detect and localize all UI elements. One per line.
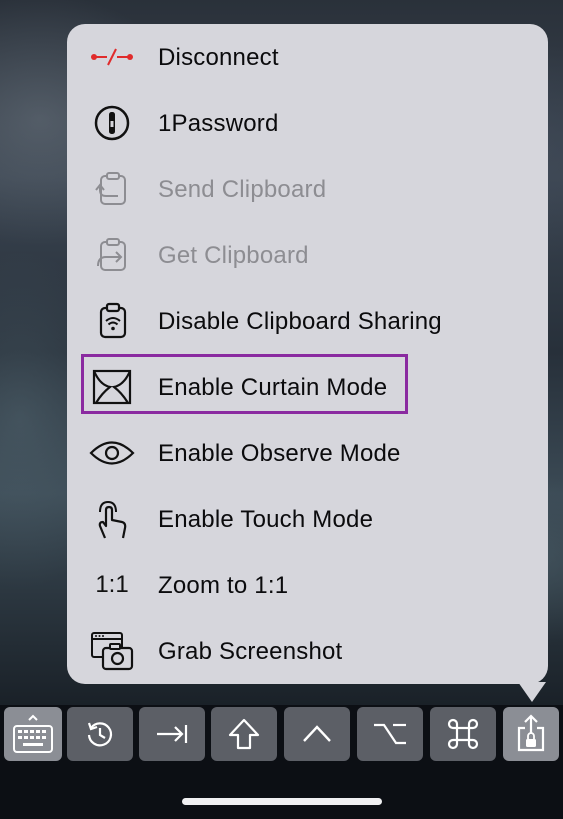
actions-menu: Disconnect 1Password Send Clipboard Get … bbox=[67, 24, 548, 684]
menu-item-disable-clipboard-sharing[interactable]: Disable Clipboard Sharing bbox=[67, 288, 548, 354]
menu-item-label: Send Clipboard bbox=[158, 176, 327, 203]
menu-item-get-clipboard[interactable]: Get Clipboard bbox=[67, 222, 548, 288]
home-indicator[interactable] bbox=[182, 798, 382, 805]
menu-item-enable-curtain-mode[interactable]: Enable Curtain Mode bbox=[67, 354, 548, 420]
tab-key-button[interactable] bbox=[139, 707, 205, 761]
history-icon bbox=[87, 722, 113, 747]
command-key-icon bbox=[447, 718, 479, 750]
menu-item-label: Zoom to 1:1 bbox=[158, 572, 289, 599]
screenshot-camera-icon bbox=[89, 631, 135, 671]
keyboard-toolbar bbox=[0, 705, 563, 767]
menu-item-disconnect[interactable]: Disconnect bbox=[67, 24, 548, 90]
send-clipboard-icon bbox=[89, 169, 135, 209]
tab-key-icon bbox=[157, 725, 188, 743]
menu-item-label: Disconnect bbox=[158, 44, 279, 71]
menu-pointer bbox=[518, 682, 546, 702]
clipboard-sharing-icon bbox=[89, 301, 135, 341]
share-button[interactable] bbox=[503, 707, 559, 761]
eye-icon bbox=[89, 433, 135, 473]
menu-item-enable-touch-mode[interactable]: Enable Touch Mode bbox=[67, 486, 548, 552]
menu-item-label: Enable Curtain Mode bbox=[158, 374, 388, 401]
get-clipboard-icon bbox=[89, 235, 135, 275]
control-key-icon bbox=[303, 725, 331, 742]
zoom-1-1-icon: 1:1 bbox=[95, 571, 129, 598]
menu-item-label: Disable Clipboard Sharing bbox=[158, 308, 442, 335]
option-key-icon bbox=[374, 723, 406, 745]
shift-key-icon bbox=[228, 718, 260, 750]
option-key-button[interactable] bbox=[357, 707, 423, 761]
history-button[interactable] bbox=[67, 707, 133, 761]
menu-item-label: Get Clipboard bbox=[158, 242, 309, 269]
command-key-button[interactable] bbox=[430, 707, 496, 761]
menu-item-label: 1Password bbox=[158, 110, 279, 137]
share-lock-icon bbox=[517, 714, 545, 752]
1password-icon bbox=[89, 103, 135, 143]
menu-item-enable-observe-mode[interactable]: Enable Observe Mode bbox=[67, 420, 548, 486]
menu-item-label: Enable Touch Mode bbox=[158, 506, 374, 533]
menu-item-1password[interactable]: 1Password bbox=[67, 90, 548, 156]
menu-item-send-clipboard[interactable]: Send Clipboard bbox=[67, 156, 548, 222]
touch-hand-icon bbox=[89, 499, 135, 539]
curtain-icon bbox=[89, 367, 135, 407]
keyboard-icon bbox=[13, 714, 53, 753]
control-key-button[interactable] bbox=[284, 707, 350, 761]
shift-key-button[interactable] bbox=[211, 707, 277, 761]
menu-item-label: Enable Observe Mode bbox=[158, 440, 401, 467]
keyboard-button[interactable] bbox=[4, 707, 62, 761]
menu-item-grab-screenshot[interactable]: Grab Screenshot bbox=[67, 618, 548, 684]
disconnect-icon bbox=[89, 37, 135, 77]
menu-item-zoom-1-1[interactable]: 1:1 Zoom to 1:1 bbox=[67, 552, 548, 618]
menu-item-label: Grab Screenshot bbox=[158, 638, 343, 665]
